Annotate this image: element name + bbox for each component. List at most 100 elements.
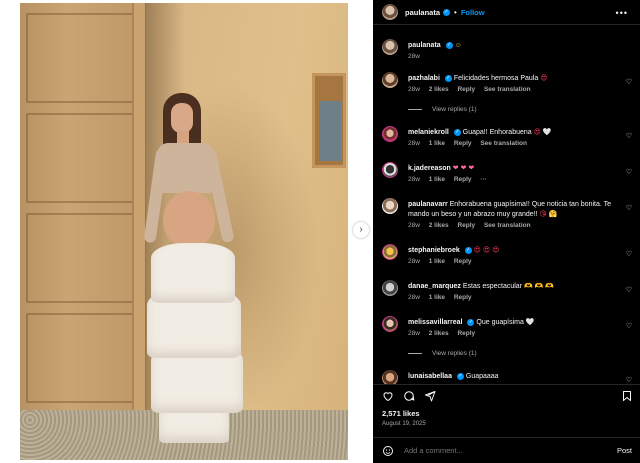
comment-meta: 28w 1 like Reply xyxy=(408,258,479,265)
add-comment-input[interactable] xyxy=(404,446,617,455)
commenter-avatar[interactable] xyxy=(382,370,398,384)
comment-username[interactable]: danae_marquez xyxy=(408,283,461,290)
emoji-picker-icon[interactable] xyxy=(382,445,394,457)
like-comment-heart-icon[interactable]: ♡ xyxy=(626,376,632,384)
comment-username[interactable]: melaniekroll xyxy=(408,129,449,136)
comment-more-options-icon[interactable]: ··· xyxy=(480,176,487,183)
comment-time: 28w xyxy=(408,140,420,147)
verified-badge-icon: ✓ xyxy=(453,128,461,136)
post-comment-button[interactable]: Post xyxy=(617,446,632,455)
comment-meta: 28w 1 like Reply ··· xyxy=(408,176,494,183)
reply-button[interactable]: Reply xyxy=(457,86,475,93)
comment-username[interactable]: pazhalabi xyxy=(408,75,440,82)
comment-likes[interactable]: 1 like xyxy=(429,176,445,183)
commenter-avatar[interactable] xyxy=(382,72,398,88)
comment-meta: 28w 2 likes Reply See translation xyxy=(408,222,538,229)
comment-meta: 28w 2 likes Reply See translation xyxy=(408,86,538,93)
see-translation-button[interactable]: See translation xyxy=(484,86,531,93)
comment-text: Guapaaaa xyxy=(465,373,499,380)
like-comment-heart-icon[interactable]: ♡ xyxy=(626,250,632,258)
comment-emoji: 😍 😍 😍 xyxy=(473,247,500,254)
door-panel xyxy=(26,113,134,203)
verified-badge-icon: ✓ xyxy=(444,74,452,82)
comment-username[interactable]: stephaniebroek xyxy=(408,247,460,254)
comment-time: 28w xyxy=(408,258,420,265)
comment-likes[interactable]: 2 likes xyxy=(429,86,449,93)
photo-window xyxy=(312,73,346,168)
comment-likes[interactable]: 2 likes xyxy=(429,330,449,337)
view-replies-label: View replies (1) xyxy=(432,350,477,357)
comments-panel: paulanata ✓ • Follow ••• paulanata ✓ ☺ 2… xyxy=(373,0,640,463)
comment-username[interactable]: melissavillarreal xyxy=(408,319,463,326)
commenter-avatar[interactable] xyxy=(382,126,398,142)
author-avatar[interactable] xyxy=(382,39,398,55)
comment-likes[interactable]: 1 like xyxy=(429,140,445,147)
comment-body: melissavillarreal ✓ Que guapísima 🤍 xyxy=(408,318,618,328)
likes-count[interactable]: 2,571 likes xyxy=(382,409,420,418)
comment-username[interactable]: k.jadereason xyxy=(408,165,451,172)
like-heart-icon[interactable] xyxy=(382,390,394,402)
comment-bubble-icon[interactable] xyxy=(403,390,415,402)
post-media-pane: › xyxy=(0,0,373,463)
comment-body: k.jadereason ❤ ❤ ❤ xyxy=(408,164,618,174)
photo-door xyxy=(20,3,140,413)
post-header: paulanata ✓ • Follow ••• xyxy=(373,0,640,25)
view-replies-label: View replies (1) xyxy=(432,106,477,113)
see-translation-button[interactable]: See translation xyxy=(480,140,527,147)
view-replies-button[interactable]: View replies (1) xyxy=(408,350,477,357)
comment-body: stephaniebroek ✓ 😍 😍 😍 xyxy=(408,246,618,256)
follow-button[interactable]: Follow xyxy=(461,8,485,17)
comment-likes[interactable]: 2 likes xyxy=(429,222,449,229)
comment-likes[interactable]: 1 like xyxy=(429,294,445,301)
author-avatar[interactable] xyxy=(382,4,398,20)
commenter-avatar[interactable] xyxy=(382,280,398,296)
comment-username[interactable]: paulanavarr xyxy=(408,201,448,208)
reply-button[interactable]: Reply xyxy=(454,176,472,183)
comment-emoji: 🤍 xyxy=(525,319,535,326)
like-comment-heart-icon[interactable]: ♡ xyxy=(626,204,632,212)
comment-text: Guapa!! Enhorabuena xyxy=(462,129,532,136)
comment-likes[interactable]: 1 like xyxy=(429,258,445,265)
comments-list[interactable]: paulanata ✓ ☺ 28w pazhalabi ✓ Felicidade… xyxy=(373,26,640,384)
commenter-avatar[interactable] xyxy=(382,244,398,260)
reply-button[interactable]: Reply xyxy=(454,258,472,265)
see-translation-button[interactable]: See translation xyxy=(484,222,531,229)
like-comment-heart-icon[interactable]: ♡ xyxy=(626,322,632,330)
like-comment-heart-icon[interactable]: ♡ xyxy=(626,286,632,294)
like-comment-heart-icon[interactable]: ♡ xyxy=(626,78,632,86)
comment-emoji: 😍 xyxy=(540,75,548,82)
caption-username[interactable]: paulanata xyxy=(408,42,441,49)
commenter-avatar[interactable] xyxy=(382,316,398,332)
reply-button[interactable]: Reply xyxy=(454,140,472,147)
reply-button[interactable]: Reply xyxy=(457,222,475,229)
separator-dot: • xyxy=(454,7,457,17)
reply-button[interactable]: Reply xyxy=(457,330,475,337)
person-belly xyxy=(163,191,215,249)
comment-meta: 28w 1 like Reply xyxy=(408,294,479,301)
comment-time: 28w xyxy=(408,294,420,301)
person-top xyxy=(158,143,213,193)
comment-text: Estas espectacular xyxy=(462,283,523,290)
like-comment-heart-icon[interactable]: ♡ xyxy=(626,168,632,176)
comment-username[interactable]: lunaisabellaa xyxy=(408,373,452,380)
next-media-chevron-icon[interactable]: › xyxy=(353,222,369,238)
comment-meta: 28w 1 like Reply See translation xyxy=(408,140,534,147)
commenter-avatar[interactable] xyxy=(382,162,398,178)
comment-body: lunaisabellaa ✓ Guapaaaa xyxy=(408,372,618,382)
author-username[interactable]: paulanata xyxy=(405,8,440,17)
comment-time: 28w xyxy=(408,176,420,183)
caption-emoji: ☺ xyxy=(454,42,462,49)
more-options-icon[interactable]: ••• xyxy=(616,8,628,18)
commenter-avatar[interactable] xyxy=(382,198,398,214)
comment-text: Que guapísima xyxy=(476,319,524,326)
comment-emoji: 😘 🤗 xyxy=(539,211,558,218)
like-comment-heart-icon[interactable]: ♡ xyxy=(626,132,632,140)
view-replies-button[interactable]: View replies (1) xyxy=(408,106,477,113)
save-bookmark-icon[interactable] xyxy=(621,390,633,402)
verified-badge-icon: ✓ xyxy=(467,318,475,326)
reply-button[interactable]: Reply xyxy=(454,294,472,301)
comment-time: 28w xyxy=(408,86,420,93)
post-photo[interactable] xyxy=(20,3,348,460)
door-panel xyxy=(26,213,134,303)
share-send-icon[interactable] xyxy=(424,390,436,402)
